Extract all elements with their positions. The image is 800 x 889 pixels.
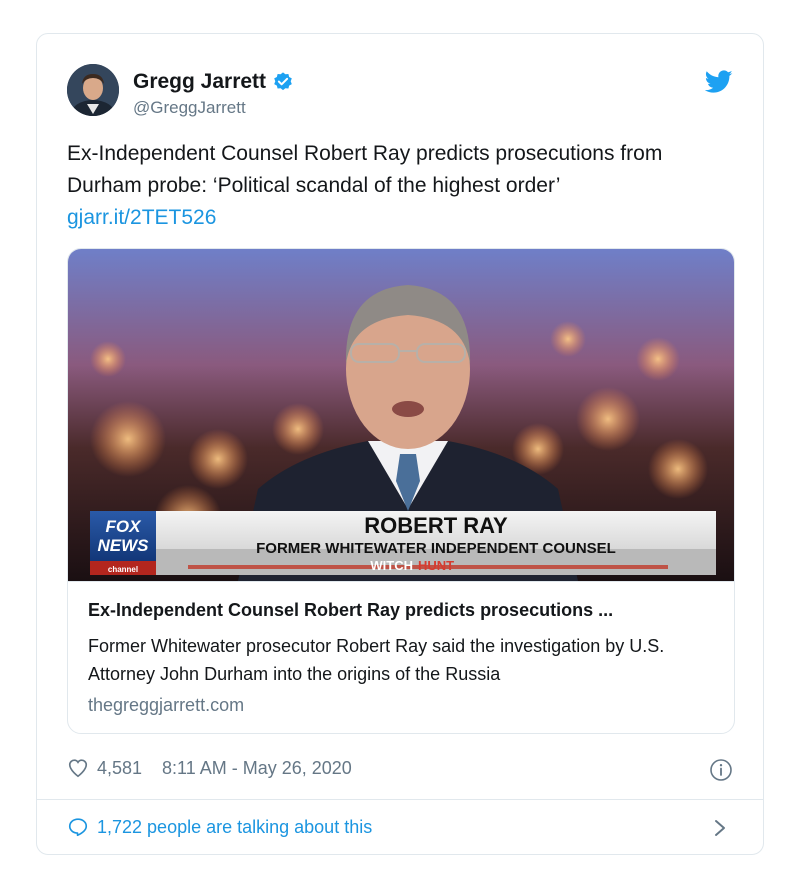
info-icon[interactable] xyxy=(709,758,733,782)
chyron-ticker-red: HUNT xyxy=(418,558,454,573)
timestamp[interactable]: 8:11 AM - May 26, 2020 xyxy=(162,758,352,779)
talking-count: 1,722 people are talking about this xyxy=(97,816,373,837)
verified-badge-icon xyxy=(272,71,294,93)
card-image: FOX NEWS channel ROBERT RAY FORMER WHITE… xyxy=(68,249,734,581)
display-name[interactable]: Gregg Jarrett xyxy=(133,70,266,94)
card-info: Ex-Independent Counsel Robert Ray predic… xyxy=(68,581,734,733)
chyron-title: FORMER WHITEWATER INDEPENDENT COUNSEL xyxy=(256,540,616,557)
conversation-link[interactable]: 1,722 people are talking about this xyxy=(67,816,372,838)
card-description: Former Whitewater prosecutor Robert Ray … xyxy=(88,636,665,684)
avatar-image xyxy=(67,64,119,116)
tweet-card: Gregg Jarrett @GreggJarrett Ex-Independe… xyxy=(36,33,764,855)
tweet-link[interactable]: gjarr.it/2TET526 xyxy=(67,202,216,234)
avatar[interactable] xyxy=(67,64,119,116)
heart-icon[interactable] xyxy=(67,757,89,779)
logo-channel: channel xyxy=(108,565,138,574)
chyron-name: ROBERT RAY xyxy=(364,513,508,538)
logo-fox: FOX xyxy=(106,517,143,536)
news-still-image: FOX NEWS channel ROBERT RAY FORMER WHITE… xyxy=(68,249,734,581)
chyron-ticker: WITCH xyxy=(370,558,413,573)
card-title[interactable]: Ex-Independent Counsel Robert Ray predic… xyxy=(88,600,718,621)
chevron-right-icon[interactable] xyxy=(713,818,727,838)
card-domain: thegreggjarrett.com xyxy=(88,695,245,715)
like-count[interactable]: 4,581 xyxy=(97,758,142,779)
user-handle[interactable]: @GreggJarrett xyxy=(133,98,246,118)
speech-bubble-icon xyxy=(67,816,89,838)
link-preview-card[interactable]: FOX NEWS channel ROBERT RAY FORMER WHITE… xyxy=(67,248,735,734)
tweet-text: Ex-Independent Counsel Robert Ray predic… xyxy=(67,142,663,197)
twitter-bird-icon[interactable] xyxy=(704,70,733,94)
tweet-meta-row: 4,581 8:11 AM - May 26, 2020 xyxy=(67,757,352,779)
logo-news: NEWS xyxy=(98,536,150,555)
divider xyxy=(37,799,763,800)
name-row: Gregg Jarrett xyxy=(133,70,294,94)
